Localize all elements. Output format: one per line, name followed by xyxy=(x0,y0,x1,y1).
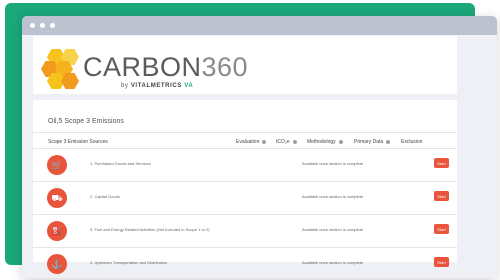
row-status: Available once section is complete xyxy=(302,194,364,199)
app-page: CARBON360 by VITALMETRICS VA Oil,5 Scope… xyxy=(33,36,457,274)
column-tco2e-label: tCO₂e xyxy=(276,139,290,145)
column-source-label: Scope 3 Emission Sources xyxy=(48,139,108,145)
logo-by: by xyxy=(121,83,129,89)
window-dot-minimize[interactable] xyxy=(40,23,45,28)
start-button[interactable]: Start xyxy=(434,158,449,168)
row-label: 3. Fuel and Energy Related Activities (N… xyxy=(90,227,210,232)
column-header-exclusion: Exclusion xyxy=(401,139,422,145)
column-exclusion-label: Exclusion xyxy=(401,139,423,145)
row-status: Available once section is complete xyxy=(302,260,364,265)
carbon360-hex-logo-icon xyxy=(41,49,87,89)
column-header-evaluation: Evaluation xyxy=(236,139,267,145)
window-titlebar xyxy=(22,16,497,35)
start-button[interactable]: Start xyxy=(434,224,449,234)
help-icon[interactable] xyxy=(262,140,267,144)
start-button[interactable]: Start xyxy=(434,257,449,267)
row-label: 1. Purchased Goods and Services xyxy=(90,161,151,166)
cart-icon: 🛒 xyxy=(47,155,67,175)
section-title: Oil,5 Scope 3 Emissions xyxy=(48,118,124,125)
table-row: ⛟ 2. Capital Goods Available once sectio… xyxy=(33,182,457,214)
table-row: ⚓ 4. Upstream Transportation and Distrib… xyxy=(33,248,457,280)
help-icon[interactable] xyxy=(386,140,391,144)
logo-number: 360 xyxy=(201,52,249,82)
table-row: ⛽ 3. Fuel and Energy Related Activities … xyxy=(33,215,457,247)
window-dot-close[interactable] xyxy=(30,23,35,28)
column-header-methodology: Methodology xyxy=(307,139,343,145)
row-status: Available once section is complete xyxy=(302,227,364,232)
column-header-tco2e: tCO₂e xyxy=(276,139,297,145)
column-evaluation-label: Evaluation xyxy=(236,139,260,145)
column-header-source: Scope 3 Emission Sources xyxy=(48,139,108,145)
logo-word: CARBON xyxy=(83,52,202,82)
column-header-primary-data: Primary Data xyxy=(354,139,391,145)
transport-icon: ⚓ xyxy=(47,254,67,274)
logo-va-mark: VA xyxy=(184,83,194,89)
row-label: 2. Capital Goods xyxy=(90,194,120,199)
logo-company: VITALMETRICS xyxy=(130,83,182,89)
column-methodology-label: Methodology xyxy=(307,139,336,145)
window-dot-maximize[interactable] xyxy=(50,23,55,28)
column-primary-data-label: Primary Data xyxy=(354,139,384,145)
logo-header: CARBON360 by VITALMETRICS VA xyxy=(33,36,457,100)
start-button[interactable]: Start xyxy=(434,191,449,201)
help-icon[interactable] xyxy=(292,140,297,144)
row-status: Available once section is complete xyxy=(302,161,364,166)
logo-wordmark: CARBON360 xyxy=(83,54,248,81)
help-icon[interactable] xyxy=(338,140,343,144)
truck-icon: ⛟ xyxy=(47,188,67,208)
table-row: 🛒 1. Purchased Goods and Services Availa… xyxy=(33,149,457,181)
fuel-icon: ⛽ xyxy=(47,221,67,241)
row-label: 4. Upstream Transportation and Distribut… xyxy=(90,260,168,265)
logo-byline: by VITALMETRICS VA xyxy=(121,83,193,89)
divider xyxy=(33,132,457,133)
